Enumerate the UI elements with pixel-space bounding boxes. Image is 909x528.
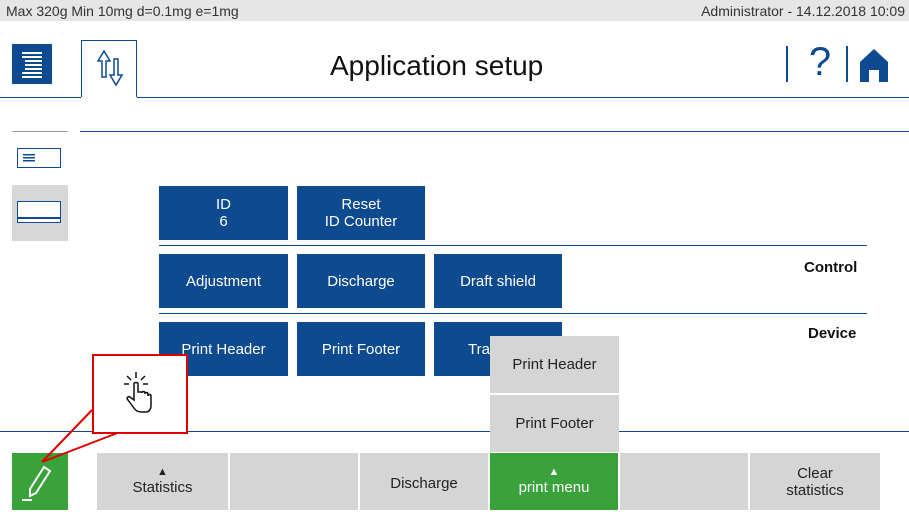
- print-menu-button[interactable]: ▲ print menu: [490, 453, 618, 510]
- status-bar: Max 320g Min 10mg d=0.1mg e=1mg Administ…: [0, 0, 909, 21]
- clear-label-line2: statistics: [786, 481, 844, 499]
- id-value: 6: [219, 213, 228, 230]
- discharge-label: Discharge: [390, 475, 458, 492]
- popup-print-header[interactable]: Print Header: [490, 336, 619, 393]
- large-screen-icon: [17, 201, 61, 223]
- device-group-line: [159, 313, 867, 314]
- discharge-button[interactable]: Discharge: [297, 254, 425, 308]
- device-group-label: Device: [808, 325, 857, 342]
- content-top-line: [80, 131, 909, 132]
- id-label: ID: [216, 196, 231, 213]
- tab-reorder[interactable]: [81, 40, 137, 97]
- reset-label-line1: Reset: [341, 196, 381, 213]
- reset-label-line2: ID Counter: [324, 213, 398, 230]
- popup-print-footer[interactable]: Print Footer: [490, 395, 619, 452]
- edit-button[interactable]: [12, 453, 68, 510]
- home-icon: [860, 49, 888, 82]
- caret-up-icon: ▲: [548, 466, 560, 478]
- discharge-bar-button[interactable]: Discharge: [360, 453, 488, 510]
- control-group-line: [159, 245, 867, 246]
- user-and-datetime: Administrator - 14.12.2018 10:09: [701, 3, 905, 19]
- empty-button-1[interactable]: [230, 453, 358, 510]
- draft-shield-button[interactable]: Draft shield: [434, 254, 562, 308]
- statistics-label: Statistics: [132, 479, 193, 496]
- header-underline: [137, 97, 909, 98]
- header-underline: [0, 97, 81, 98]
- clear-statistics-button[interactable]: Clear statistics: [750, 453, 880, 510]
- adjustment-button[interactable]: Adjustment: [159, 254, 288, 308]
- header-divider: [846, 46, 848, 82]
- home-button[interactable]: [857, 46, 891, 82]
- caret-up-icon: ▲: [157, 466, 168, 478]
- reset-id-counter-button[interactable]: Reset ID Counter: [297, 186, 425, 240]
- view-small-button[interactable]: [17, 148, 61, 168]
- view-large-button[interactable]: [12, 185, 68, 241]
- balance-specs: Max 320g Min 10mg d=0.1mg e=1mg: [6, 3, 239, 19]
- menu-button[interactable]: [12, 44, 52, 84]
- print-menu-label: print menu: [518, 479, 590, 496]
- sidebar-divider: [12, 131, 68, 132]
- header-divider: [786, 46, 788, 82]
- hand-tap-icon: [124, 372, 152, 413]
- statistics-button[interactable]: ▲ Statistics: [97, 453, 228, 510]
- menu-list-icon: [22, 52, 42, 78]
- empty-button-2[interactable]: [620, 453, 748, 510]
- control-group-label: Control: [804, 259, 858, 276]
- small-screen-icon: [23, 154, 35, 162]
- pencil-icon: [22, 465, 52, 501]
- clear-label-line1: Clear: [797, 464, 833, 482]
- id-button[interactable]: ID 6: [159, 186, 288, 240]
- up-down-arrows-icon: [96, 49, 124, 87]
- help-button[interactable]: ?: [800, 40, 840, 84]
- callout-box: [92, 354, 188, 434]
- page-title: Application setup: [330, 50, 544, 81]
- print-footer-button[interactable]: Print Footer: [297, 322, 425, 376]
